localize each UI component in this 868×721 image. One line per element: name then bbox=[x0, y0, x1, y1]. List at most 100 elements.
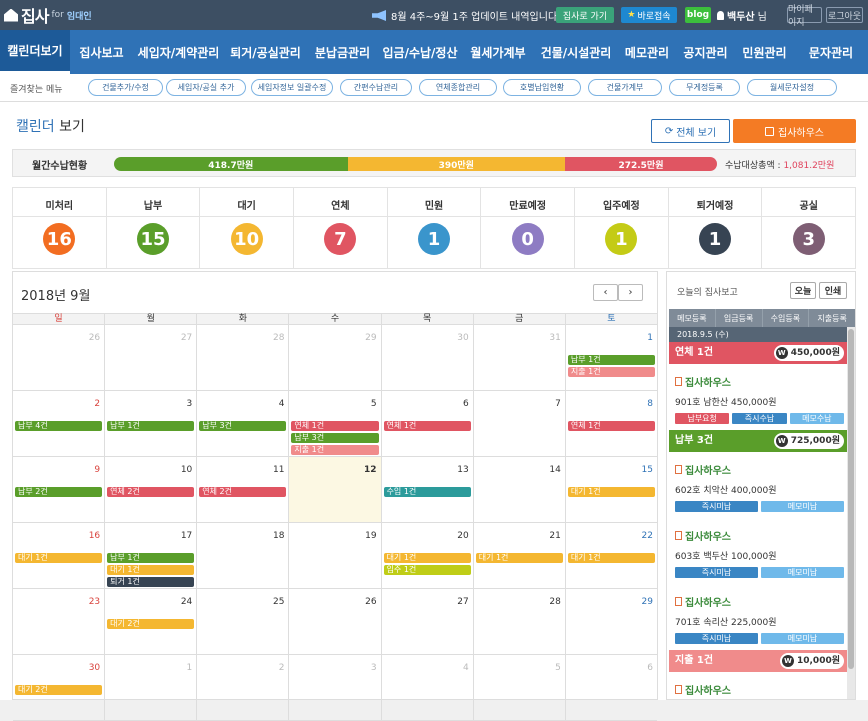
card-action-button[interactable]: 즉시미납 bbox=[675, 567, 758, 578]
nav-item-6[interactable]: 월세가계부 bbox=[462, 30, 534, 74]
calendar-event[interactable]: 연체 1건 bbox=[567, 421, 655, 431]
status-1[interactable]: 납부 15 bbox=[106, 188, 201, 268]
status-count[interactable]: 1 bbox=[418, 223, 451, 255]
calendar-event[interactable]: 대기 1건 bbox=[107, 565, 195, 575]
calendar-event[interactable]: 대기 1건 bbox=[475, 553, 563, 563]
scroll-thumb[interactable] bbox=[848, 329, 854, 669]
calendar-day[interactable]: 16 대기 1건 bbox=[13, 523, 106, 588]
status-2[interactable]: 대기 10 bbox=[200, 188, 295, 268]
status-7[interactable]: 퇴거예정 1 bbox=[668, 188, 763, 268]
favorite-link-1[interactable]: 세입자/공실 추가 bbox=[166, 79, 246, 96]
calendar-event[interactable]: 지출 1건 bbox=[567, 367, 655, 377]
calendar-day[interactable]: 27 bbox=[382, 589, 474, 654]
calendar-day[interactable]: 30 대기 2건 bbox=[13, 655, 106, 720]
side-scroll-area[interactable]: 2018.9.5 (수) 연체 1건 W 450,000원 집사하우스 901호 남한산… bbox=[669, 327, 855, 699]
calendar-day[interactable]: 9 납부 2건 bbox=[13, 457, 106, 522]
side-scrollbar[interactable] bbox=[847, 327, 855, 699]
today-button[interactable]: 오늘 bbox=[790, 282, 816, 299]
calendar-day[interactable]: 26 bbox=[13, 325, 106, 390]
calendar-event[interactable]: 대기 1건 bbox=[383, 553, 471, 563]
favorite-link-8[interactable]: 월세문자설정 bbox=[747, 79, 837, 96]
favorite-link-5[interactable]: 호별납입현황 bbox=[503, 79, 581, 96]
status-6[interactable]: 입주예정 1 bbox=[575, 188, 669, 268]
calendar-day[interactable]: 31 bbox=[474, 325, 566, 390]
card-action-button[interactable]: 메모수납 bbox=[789, 413, 844, 424]
side-tab-2[interactable]: 수입등록 bbox=[763, 309, 810, 327]
calendar-day[interactable]: 12 bbox=[289, 457, 382, 522]
calendar-day[interactable]: 27 bbox=[105, 325, 198, 390]
status-5[interactable]: 만료예정 0 bbox=[481, 188, 576, 268]
calendar-day[interactable]: 19 bbox=[289, 523, 382, 588]
favorite-link-3[interactable]: 간편수납관리 bbox=[340, 79, 412, 96]
card-action-button[interactable]: 즉시미납 bbox=[675, 501, 758, 512]
calendar-event[interactable]: 지출 1건 bbox=[291, 445, 379, 455]
calendar-event[interactable]: 대기 2건 bbox=[107, 619, 195, 629]
card-action-button[interactable]: 메모미납 bbox=[761, 567, 844, 578]
calendar-day[interactable]: 26 bbox=[289, 589, 382, 654]
calendar-event[interactable]: 연체 1건 bbox=[291, 421, 379, 431]
calendar-day[interactable]: 1 bbox=[105, 655, 198, 720]
nav-item-10[interactable]: 민원관리 bbox=[735, 30, 794, 74]
calendar-day[interactable]: 23 bbox=[13, 589, 106, 654]
status-count[interactable]: 1 bbox=[605, 223, 638, 255]
calendar-day[interactable]: 20 대기 1건 입주 1건 bbox=[382, 523, 474, 588]
calendar-event[interactable]: 납부 4건 bbox=[15, 421, 103, 431]
calendar-day[interactable]: 11 연체 2건 bbox=[197, 457, 290, 522]
calendar-event[interactable]: 대기 2건 bbox=[15, 685, 103, 695]
card-building-name[interactable]: 집사하우스 bbox=[675, 518, 847, 543]
nav-item-9[interactable]: 공지관리 bbox=[676, 30, 735, 74]
card-building-name[interactable]: 집사하우스 bbox=[675, 672, 847, 697]
view-all-button[interactable]: ⟳ 전체 보기 bbox=[651, 119, 730, 143]
next-month-button[interactable]: › bbox=[618, 284, 643, 301]
calendar-day[interactable]: 5 연체 1건 납부 3건 지출 1건 bbox=[289, 391, 382, 456]
calendar-day[interactable]: 2 bbox=[197, 655, 290, 720]
status-3[interactable]: 연체 7 bbox=[294, 188, 388, 268]
calendar-day[interactable]: 4 납부 3건 bbox=[197, 391, 290, 456]
calendar-event[interactable]: 퇴거 1건 bbox=[107, 577, 195, 587]
status-count[interactable]: 7 bbox=[324, 223, 357, 255]
logout-button[interactable]: 로그아웃 bbox=[826, 7, 863, 23]
card-action-button[interactable]: 메모미납 bbox=[761, 633, 844, 644]
calendar-day[interactable]: 28 bbox=[197, 325, 290, 390]
calendar-day[interactable]: 22 대기 1건 bbox=[566, 523, 657, 588]
calendar-event[interactable]: 연체 2건 bbox=[107, 487, 195, 497]
favorite-link-7[interactable]: 무게정등록 bbox=[669, 79, 740, 96]
status-0[interactable]: 미처리 16 bbox=[13, 188, 107, 268]
calendar-day[interactable]: 24 대기 2건 bbox=[105, 589, 198, 654]
nav-item-2[interactable]: 세입자/계약관리 bbox=[133, 30, 224, 74]
status-count[interactable]: 0 bbox=[511, 223, 544, 255]
side-tab-0[interactable]: 메모등록 bbox=[669, 309, 716, 327]
go-jipsa-button[interactable]: 집사로 가기 bbox=[556, 7, 614, 23]
side-tab-3[interactable]: 지출등록 bbox=[809, 309, 855, 327]
status-count[interactable]: 10 bbox=[230, 223, 263, 255]
nav-item-3[interactable]: 퇴거/공실관리 bbox=[224, 30, 307, 74]
calendar-day[interactable]: 15 대기 1건 bbox=[566, 457, 657, 522]
calendar-day[interactable]: 6 bbox=[566, 655, 657, 720]
print-button[interactable]: 인쇄 bbox=[819, 282, 847, 299]
calendar-event[interactable]: 수입 1건 bbox=[383, 487, 471, 497]
calendar-event[interactable]: 대기 1건 bbox=[567, 553, 655, 563]
calendar-day[interactable]: 2 납부 4건 bbox=[13, 391, 106, 456]
nav-item-8[interactable]: 메모관리 bbox=[618, 30, 676, 74]
calendar-day[interactable]: 29 bbox=[289, 325, 382, 390]
status-count[interactable]: 3 bbox=[792, 223, 825, 255]
calendar-day[interactable]: 13 수입 1건 bbox=[382, 457, 474, 522]
favorite-link-6[interactable]: 건물가계부 bbox=[588, 79, 662, 96]
calendar-event[interactable]: 대기 1건 bbox=[15, 553, 103, 563]
calendar-event[interactable]: 연체 1건 bbox=[383, 421, 471, 431]
update-notice[interactable]: 8월 4주~9월 1주 업데이트 내역입니다~ bbox=[372, 8, 566, 23]
calendar-day[interactable]: 18 bbox=[197, 523, 290, 588]
calendar-day[interactable]: 30 bbox=[382, 325, 474, 390]
card-action-button[interactable]: 메모미납 bbox=[761, 501, 844, 512]
calendar-event[interactable]: 대기 1건 bbox=[567, 487, 655, 497]
calendar-day[interactable]: 28 bbox=[474, 589, 566, 654]
calendar-day[interactable]: 3 납부 1건 bbox=[105, 391, 198, 456]
nav-item-7[interactable]: 건물/시설관리 bbox=[534, 30, 618, 74]
card-action-button[interactable]: 납부요청 bbox=[675, 413, 730, 424]
mypage-button[interactable]: 마이페이지 bbox=[787, 5, 822, 28]
calendar-event[interactable]: 입주 1건 bbox=[383, 565, 471, 575]
calendar-day[interactable]: 3 bbox=[289, 655, 382, 720]
status-count[interactable]: 16 bbox=[43, 223, 76, 255]
card-action-button[interactable]: 즉시수납 bbox=[732, 413, 787, 424]
nav-item-1[interactable]: 집사보고 bbox=[70, 30, 133, 74]
